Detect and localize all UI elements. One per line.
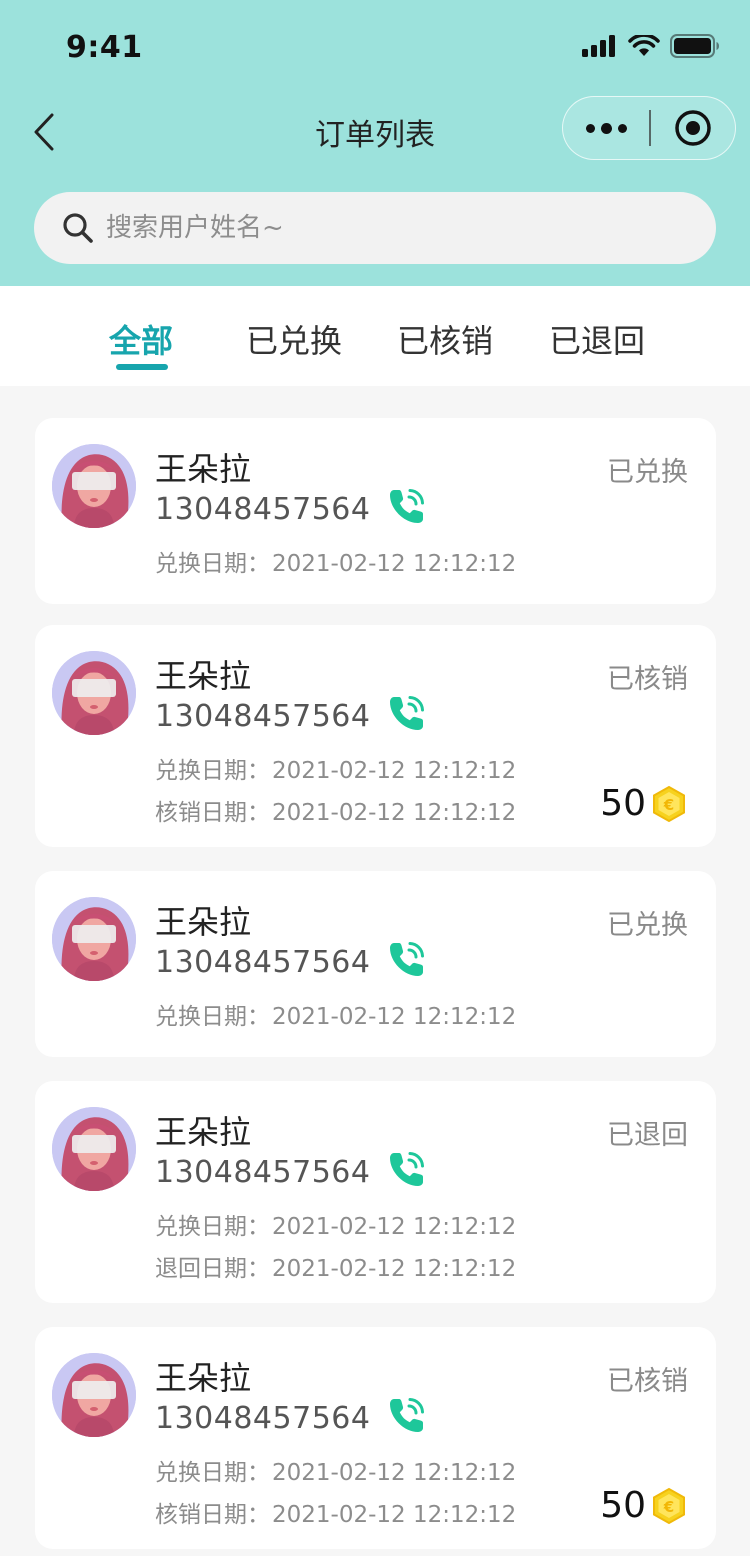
battery-icon [670, 34, 719, 58]
exchange-date-value: 2021-02-12 12:12:12 [272, 1004, 517, 1030]
search-input[interactable] [106, 213, 666, 243]
nav-bar: 订单列表 [0, 88, 750, 176]
order-card[interactable]: 王朵拉 已兑换 13048457564 兑换日期：2021-02-12 12:1… [35, 871, 716, 1057]
exchange-date-row: 兑换日期：2021-02-12 12:12:12 [155, 997, 516, 1031]
order-card[interactable]: 王朵拉 已核销 13048457564 兑换日期：2021-02-12 12:1… [35, 625, 716, 847]
verify-date-row: 核销日期：2021-02-12 12:12:12 [155, 1495, 516, 1529]
status-icons [582, 34, 720, 58]
status-time: 9:41 [66, 30, 143, 65]
search-icon [63, 213, 93, 243]
order-status: 已核销 [607, 1366, 688, 1397]
exchange-date-value: 2021-02-12 12:12:12 [272, 1460, 517, 1486]
return-date-value: 2021-02-12 12:12:12 [272, 1256, 517, 1282]
phone-call-icon [390, 1152, 424, 1186]
more-dot [617, 123, 627, 133]
customer-name: 王朵拉 [155, 1359, 252, 1397]
customer-phone: 13048457564 [155, 492, 371, 527]
coin-icon: € [650, 785, 688, 823]
call-button[interactable] [385, 937, 429, 981]
close-mini-program-button[interactable] [651, 97, 736, 159]
return-date-row: 退回日期：2021-02-12 12:12:12 [155, 1249, 516, 1283]
points-reward: 50 € [600, 1485, 688, 1526]
more-button[interactable] [563, 97, 649, 159]
call-button[interactable] [385, 1393, 429, 1437]
wifi-icon [628, 35, 660, 56]
verify-date-label: 核销日期： [155, 1502, 270, 1528]
avatar [52, 444, 136, 528]
call-button[interactable] [385, 691, 429, 735]
points-value: 50 [600, 1485, 646, 1526]
svg-text:€: € [663, 796, 674, 814]
exchange-date-label: 兑换日期： [155, 1004, 270, 1030]
tab-all[interactable]: 全部 [109, 316, 173, 362]
phone-call-icon [390, 1398, 424, 1432]
customer-phone: 13048457564 [155, 945, 371, 980]
coin-icon: € [650, 1487, 688, 1525]
mini-program-capsule [562, 96, 736, 160]
order-status: 已核销 [607, 664, 688, 695]
exchange-date-label: 兑换日期： [155, 758, 270, 784]
customer-phone: 13048457564 [155, 699, 371, 734]
call-button[interactable] [385, 1147, 429, 1191]
phone-call-icon [390, 696, 424, 730]
exchange-date-label: 兑换日期： [155, 551, 270, 577]
exchange-date-row: 兑换日期：2021-02-12 12:12:12 [155, 544, 516, 578]
phone-call-icon [390, 942, 424, 976]
svg-text:€: € [663, 1498, 674, 1516]
tab-exchanged[interactable]: 已兑换 [246, 316, 342, 362]
exchange-date-row: 兑换日期：2021-02-12 12:12:12 [155, 1453, 516, 1487]
header: 9:41 订单列表 [0, 0, 750, 286]
target-icon [675, 110, 711, 146]
exchange-date-row: 兑换日期：2021-02-12 12:12:12 [155, 751, 516, 785]
customer-phone: 13048457564 [155, 1155, 371, 1190]
customer-name: 王朵拉 [155, 1113, 252, 1151]
avatar [52, 1107, 136, 1191]
signal-icon [582, 35, 615, 57]
verify-date-value: 2021-02-12 12:12:12 [272, 800, 517, 826]
customer-name: 王朵拉 [155, 903, 252, 941]
order-card[interactable]: 王朵拉 已退回 13048457564 兑换日期：2021-02-12 12:1… [35, 1081, 716, 1303]
verify-date-row: 核销日期：2021-02-12 12:12:12 [155, 793, 516, 827]
status-bar: 9:41 [0, 0, 750, 88]
customer-phone: 13048457564 [155, 1401, 371, 1436]
phone-call-icon [390, 489, 424, 523]
points-reward: 50 € [600, 783, 688, 824]
return-date-label: 退回日期： [155, 1256, 270, 1282]
customer-name: 王朵拉 [155, 657, 252, 695]
order-card[interactable]: 王朵拉 已核销 13048457564 兑换日期：2021-02-12 12:1… [35, 1327, 716, 1549]
order-status: 已兑换 [607, 457, 688, 488]
customer-name: 王朵拉 [155, 450, 252, 488]
tab-verified[interactable]: 已核销 [397, 316, 493, 362]
tab-active-indicator [116, 364, 168, 370]
order-card[interactable]: 王朵拉 已兑换 13048457564 兑换日期：2021-02-12 12:1… [35, 418, 716, 604]
order-status: 已退回 [607, 1120, 688, 1151]
verify-date-value: 2021-02-12 12:12:12 [272, 1502, 517, 1528]
capsule-divider [649, 110, 651, 146]
more-dot [600, 122, 612, 134]
avatar [52, 651, 136, 735]
exchange-date-row: 兑换日期：2021-02-12 12:12:12 [155, 1207, 516, 1241]
exchange-date-value: 2021-02-12 12:12:12 [272, 1214, 517, 1240]
tab-returned[interactable]: 已退回 [549, 316, 645, 362]
avatar [52, 897, 136, 981]
exchange-date-value: 2021-02-12 12:12:12 [272, 758, 517, 784]
filter-tabs: 全部 已兑换 已核销 已退回 [0, 286, 750, 386]
exchange-date-label: 兑换日期： [155, 1214, 270, 1240]
order-status: 已兑换 [607, 910, 688, 941]
points-value: 50 [600, 783, 646, 824]
avatar [52, 1353, 136, 1437]
more-dots-icon [585, 123, 595, 133]
search-bar[interactable] [34, 192, 716, 264]
exchange-date-value: 2021-02-12 12:12:12 [272, 551, 517, 577]
verify-date-label: 核销日期： [155, 800, 270, 826]
call-button[interactable] [385, 484, 429, 528]
exchange-date-label: 兑换日期： [155, 1460, 270, 1486]
